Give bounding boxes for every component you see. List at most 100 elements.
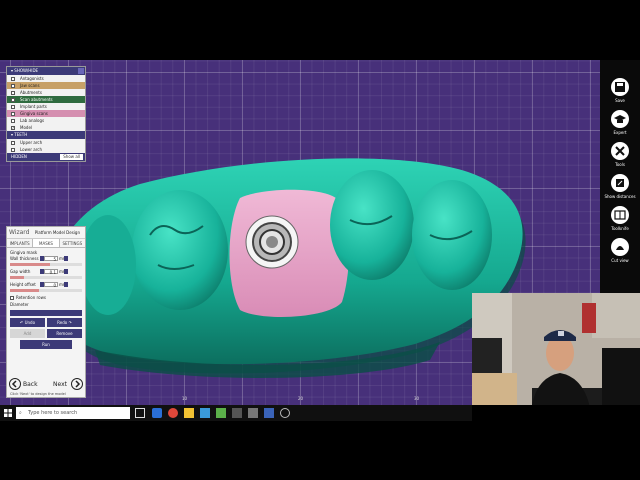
tree-item[interactable]: Gingiva scans: [7, 110, 85, 117]
tree-item-checkbox[interactable]: [11, 118, 15, 123]
show-distances-button[interactable]: Show distances: [600, 174, 640, 199]
tree-item-checkbox[interactable]: [11, 111, 15, 116]
search-placeholder: Type here to search: [28, 410, 78, 416]
app-window: 10 20 30 Save Expert Tools Show distance…: [0, 60, 640, 405]
wizard-hint: Click 'Next' to design the model: [10, 392, 66, 396]
increment-button[interactable]: [64, 256, 68, 261]
windows-taskbar: ⌕ Type here to search: [0, 405, 472, 421]
ruler-label: 10: [182, 396, 188, 401]
tab-settings[interactable]: SETTINGS: [60, 239, 85, 247]
remove-button[interactable]: Remove: [47, 329, 82, 338]
field-slider[interactable]: [10, 276, 82, 279]
wizard-title: Wizard: [9, 229, 30, 236]
field-value-input[interactable]: 5: [44, 256, 58, 262]
app-icon[interactable]: [232, 408, 242, 418]
taskbar-search-input[interactable]: ⌕ Type here to search: [16, 407, 130, 419]
tree-item[interactable]: Jaw scans: [7, 82, 85, 89]
tree-item[interactable]: Implant parts: [7, 103, 85, 110]
hidden-footer: HIDDEN Show all: [7, 153, 85, 161]
tree-item-checkbox[interactable]: [11, 97, 15, 102]
pin-icon[interactable]: [78, 68, 84, 74]
tree-item[interactable]: Lab analogs: [7, 117, 85, 124]
field-slider[interactable]: [10, 289, 82, 292]
tree-item[interactable]: Scan abutments: [7, 96, 85, 103]
toolbar-label: Cut view: [611, 258, 629, 263]
teeth-item-checkbox[interactable]: [11, 140, 15, 145]
file-explorer-icon[interactable]: [184, 408, 194, 418]
cut-view-button[interactable]: Cut view: [600, 238, 640, 263]
tree-item-checkbox[interactable]: ✓: [11, 125, 15, 130]
app-icon[interactable]: [280, 408, 290, 418]
toolbar-label: Show distances: [604, 194, 636, 199]
retention-label: Retention rows: [16, 295, 46, 300]
toolknife-button[interactable]: Toolknife: [600, 206, 640, 231]
toolknife-icon: [611, 206, 629, 224]
tree-item[interactable]: ✓ Model: [7, 124, 85, 131]
ruler-label: 30: [414, 396, 420, 401]
undo-label: Undo: [24, 320, 36, 325]
teeth-label: TEETH: [14, 132, 28, 137]
windows-start-icon[interactable]: [3, 408, 13, 418]
teeth-item-checkbox[interactable]: [11, 147, 15, 152]
app-icon[interactable]: [200, 408, 210, 418]
tree-item[interactable]: Abutments: [7, 89, 85, 96]
cut-view-icon: [611, 238, 629, 256]
tree-item-checkbox[interactable]: [11, 104, 15, 109]
graduation-cap-icon: [611, 110, 629, 128]
teeth-item[interactable]: Lower arch: [7, 146, 85, 153]
wizard-subtitle: Platform Model Design: [34, 230, 80, 235]
tree-item-label: Abutments: [20, 90, 42, 95]
increment-button[interactable]: [64, 282, 68, 287]
toolbar-label: Save: [615, 98, 625, 103]
tree-item-label: Model: [20, 125, 33, 130]
field-value-input[interactable]: 0: [44, 282, 58, 288]
app-icon[interactable]: [264, 408, 274, 418]
toolbar-label: Expert: [613, 130, 627, 135]
increment-button[interactable]: [64, 269, 68, 274]
hidden-label: HIDDEN: [11, 154, 27, 159]
task-view-icon[interactable]: [135, 408, 145, 418]
tree-item[interactable]: Antagonists: [7, 75, 85, 82]
tools-button[interactable]: Tools: [600, 142, 640, 167]
tree-item-checkbox[interactable]: [11, 76, 15, 81]
webcam-overlay: [472, 293, 640, 405]
wizard-tabs: IMPLANTS MASKS SETTINGS: [7, 239, 85, 248]
edge-icon[interactable]: [152, 408, 162, 418]
expert-button[interactable]: Expert: [600, 110, 640, 135]
chrome-icon[interactable]: [168, 408, 178, 418]
tree-item-label: Scan abutments: [20, 97, 53, 102]
distance-icon: [611, 174, 629, 192]
slider-fill: [10, 263, 50, 266]
tree-item-checkbox[interactable]: [11, 83, 15, 88]
redo-label: Redo: [57, 320, 68, 325]
next-button[interactable]: Next: [53, 381, 67, 388]
tab-masks[interactable]: MASKS: [32, 239, 60, 247]
slider-fill: [10, 276, 25, 279]
webcam-image: [472, 293, 640, 405]
tree-item-checkbox[interactable]: [11, 90, 15, 95]
back-button[interactable]: Back: [23, 381, 38, 388]
back-arrow-icon[interactable]: [9, 378, 21, 390]
next-arrow-icon[interactable]: [71, 378, 83, 390]
tree-item-label: Implant parts: [20, 104, 47, 109]
ruler-label: 20: [298, 396, 304, 401]
wizard-panel: Wizard Platform Model Design IMPLANTS MA…: [6, 226, 86, 398]
teeth-header[interactable]: ▾ TEETH: [7, 131, 85, 139]
checkbox-box[interactable]: [10, 295, 14, 300]
add-button[interactable]: Add: [10, 329, 45, 338]
show-all-button[interactable]: Show all: [60, 154, 83, 160]
app-icon[interactable]: [248, 408, 258, 418]
app-icon[interactable]: [216, 408, 226, 418]
save-button[interactable]: Save: [600, 78, 640, 103]
retention-rows-checkbox[interactable]: Retention rows: [10, 294, 82, 301]
run-button[interactable]: Run: [20, 340, 72, 349]
field-value-input[interactable]: 0.1: [44, 269, 58, 275]
selection-bar[interactable]: [10, 310, 82, 316]
diameter-label: Diameter: [10, 302, 29, 307]
redo-button[interactable]: Redo ↷: [47, 318, 82, 327]
undo-button[interactable]: ↶ Undo: [10, 318, 45, 327]
field-slider[interactable]: [10, 263, 82, 266]
show-hide-header[interactable]: ▾ SHOW/HIDE: [7, 67, 85, 75]
teeth-item[interactable]: Upper arch: [7, 139, 85, 146]
tab-implants[interactable]: IMPLANTS: [7, 239, 32, 247]
